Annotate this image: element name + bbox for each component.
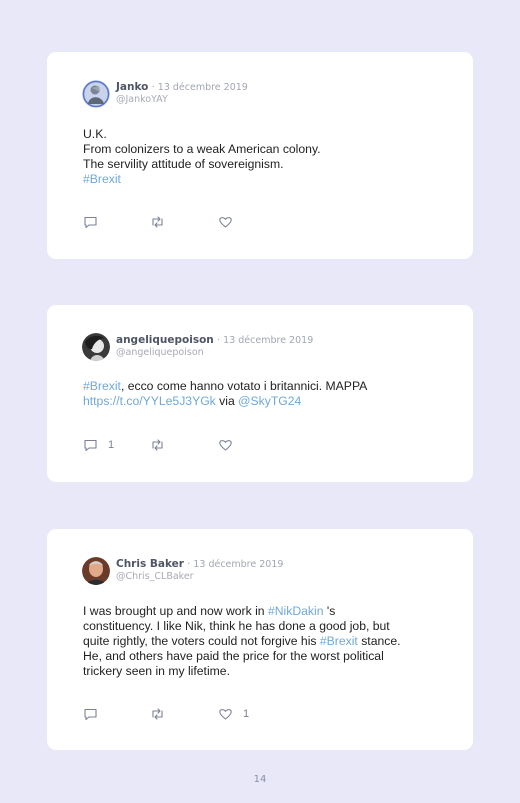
tweet-text-line: constituency. I like Nik, think he has d… — [83, 619, 443, 634]
text-segment: 's — [323, 604, 336, 618]
heart-icon — [219, 440, 232, 451]
tweet-text: #Brexit, ecco come hanno votato i britan… — [83, 379, 443, 409]
reply-button[interactable] — [83, 215, 108, 229]
tweet-card: Janko · 13 décembre 2019 @JankoYAY U.K. F… — [47, 52, 473, 259]
tweet-card: angeliquepoison · 13 décembre 2019 @ange… — [47, 305, 473, 482]
tweet-date: · 13 décembre 2019 — [217, 335, 314, 346]
retweet-button[interactable] — [150, 215, 175, 229]
tweet-text-line: #Brexit — [83, 172, 443, 187]
retweet-icon — [152, 439, 163, 451]
author-handle[interactable]: @angeliquepoison — [116, 347, 313, 359]
tweet-text-line: He, and others have paid the price for t… — [83, 649, 443, 664]
tweet-card: Chris Baker · 13 décembre 2019 @Chris_CL… — [47, 529, 473, 750]
heart-icon — [219, 709, 232, 720]
retweet-icon — [152, 216, 163, 228]
url-link[interactable]: https://t.co/YYLe5J3YGk — [83, 394, 216, 408]
hashtag-link[interactable]: #Brexit — [83, 379, 121, 393]
avatar[interactable] — [82, 557, 110, 585]
reply-icon — [84, 708, 97, 721]
text-segment: From colonizers to a weak American colon… — [83, 142, 321, 156]
reply-icon — [84, 216, 97, 229]
tweet-text-line: quite rightly, the voters could not forg… — [83, 634, 443, 649]
text-segment: He, and others have paid the price for t… — [83, 649, 384, 663]
text-segment: U.K. — [83, 127, 107, 141]
page-number: 14 — [253, 774, 267, 785]
tweet-text-line: The servility attitude of sovereignism. — [83, 157, 443, 172]
tweet-text-line: trickery seen in my lifetime. — [83, 664, 443, 679]
retweet-button[interactable] — [150, 707, 175, 721]
text-segment: stance. — [357, 634, 401, 648]
tweet-text: U.K. From colonizers to a weak American c… — [83, 127, 443, 187]
hashtag-link[interactable]: #NikDakin — [268, 604, 324, 618]
avatar[interactable] — [82, 80, 110, 108]
like-count: 1 — [243, 708, 250, 720]
tweet-text-line: I was brought up and now work in #NikDak… — [83, 604, 443, 619]
heart-icon — [219, 217, 232, 228]
tweet-text-line: From colonizers to a weak American colon… — [83, 142, 443, 157]
author-name[interactable]: Janko — [116, 81, 148, 93]
text-segment: The servility attitude of sovereignism. — [83, 157, 284, 171]
reply-button[interactable] — [83, 707, 108, 721]
author-name[interactable]: angeliquepoison — [116, 334, 214, 346]
tweet-text-line: #Brexit, ecco come hanno votato i britan… — [83, 379, 443, 394]
text-segment: constituency. I like Nik, think he has d… — [83, 619, 390, 633]
author-name[interactable]: Chris Baker — [116, 558, 184, 570]
text-segment: , ecco come hanno votato i britannici. M… — [120, 379, 368, 393]
reply-icon — [84, 439, 97, 452]
author-handle[interactable]: @JankoYAY — [116, 94, 248, 106]
tweet-text: I was brought up and now work in #NikDak… — [83, 604, 443, 679]
reply-button[interactable]: 1 — [83, 438, 114, 452]
tweet-text-line: https://t.co/YYLe5J3YGk via @SkyTG24 — [83, 394, 443, 409]
like-button[interactable]: 1 — [218, 707, 249, 721]
text-segment: via — [215, 394, 239, 408]
text-segment: quite rightly, the voters could not forg… — [83, 634, 320, 648]
tweet-date: · 13 décembre 2019 — [151, 82, 248, 93]
author-handle[interactable]: @Chris_CLBaker — [116, 571, 283, 583]
like-button[interactable] — [218, 438, 243, 452]
avatar[interactable] — [82, 333, 110, 361]
text-segment: trickery seen in my lifetime. — [83, 664, 230, 678]
hashtag-link[interactable]: #Brexit — [320, 634, 358, 648]
retweet-button[interactable] — [150, 438, 175, 452]
hashtag-link[interactable]: #Brexit — [83, 172, 121, 186]
tweet-text-line: U.K. — [83, 127, 443, 142]
retweet-icon — [152, 708, 163, 720]
like-button[interactable] — [218, 215, 243, 229]
mention-link[interactable]: @SkyTG24 — [238, 394, 301, 408]
tweet-date: · 13 décembre 2019 — [187, 559, 284, 570]
reply-count: 1 — [108, 439, 115, 451]
text-segment: I was brought up and now work in — [83, 604, 268, 618]
